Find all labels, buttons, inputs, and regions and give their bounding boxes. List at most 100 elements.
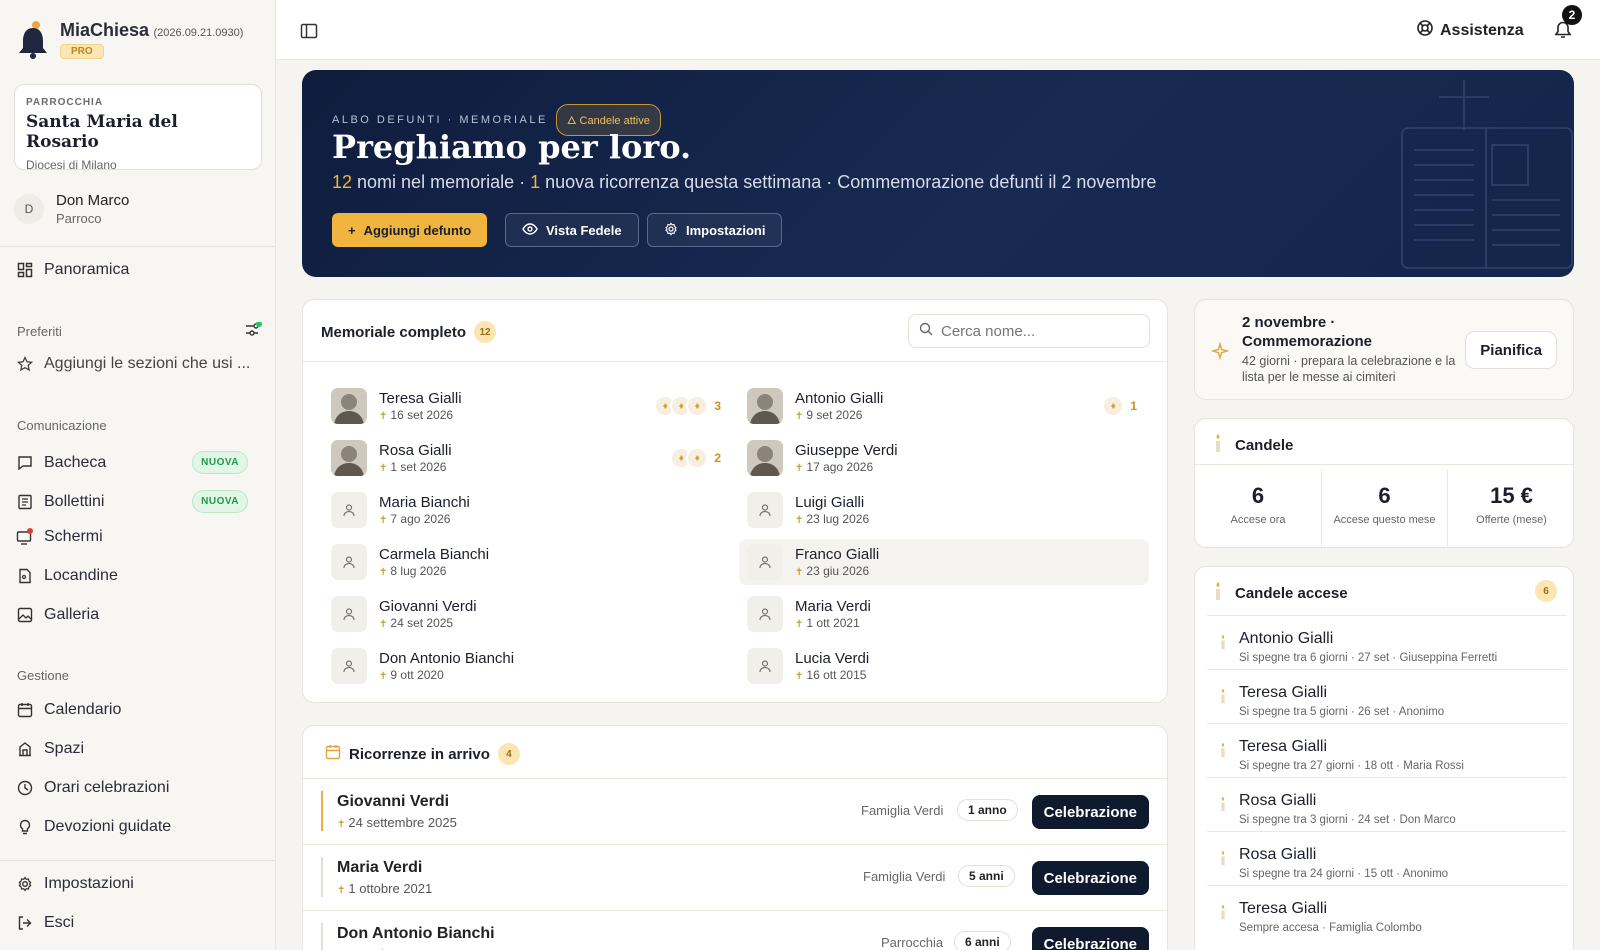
nav-label: Panoramica	[44, 261, 130, 278]
cross-icon: ✝	[379, 619, 388, 630]
add-favorites-item[interactable]: Aggiungi le sezioni che usi ...	[16, 355, 256, 373]
hero-title: Preghiamo per loro.	[332, 128, 692, 166]
gear-icon	[16, 875, 34, 893]
lit-candle-item[interactable]: Antonio Gialli Si spegne tra 6 giorni · 2…	[1207, 615, 1567, 669]
deceased-name: Lucia Verdi	[795, 650, 870, 667]
lit-candle-item[interactable]: Teresa Gialli Si spegne tra 27 giorni · 1…	[1207, 723, 1567, 777]
memorial-entry[interactable]: Antonio Gialli ✝ 9 set 2026 ♦ 1	[739, 383, 1149, 429]
portrait-photo	[331, 440, 367, 476]
parish-label: PARROCCHIA	[26, 97, 104, 108]
search-box[interactable]	[908, 314, 1150, 348]
candles-count: 2	[714, 451, 721, 465]
anniversary-name: Giovanni Verdi	[337, 793, 450, 810]
cross-icon: ✝	[379, 567, 388, 578]
memorial-entry[interactable]: Rosa Gialli ✝ 1 set 2026 ♦ ♦ 2	[323, 435, 733, 481]
lit-candle-item[interactable]: Teresa Gialli Sempre accesa · Famiglia Co…	[1207, 885, 1567, 939]
brand[interactable]: MiaChiesa (2026.09.21.0930) PRO	[16, 20, 243, 65]
death-date-value: 9 set 2026	[806, 408, 863, 422]
new-badge: NUOVA	[192, 451, 248, 474]
message-icon	[16, 454, 34, 472]
notifications-button[interactable]: 2	[1554, 5, 1582, 45]
nav-item-orari[interactable]: Orari celebrazioni	[16, 779, 256, 797]
nav-item-logout[interactable]: Esci	[16, 914, 256, 932]
deceased-name: Giuseppe Verdi	[795, 442, 898, 459]
nav-item-bacheca[interactable]: Bacheca NUOVA	[16, 451, 256, 474]
customize-favorites-icon[interactable]	[244, 321, 262, 343]
death-date: ✝ 17 ago 2026	[795, 460, 898, 474]
memorial-entry[interactable]: Lucia Verdi ✝ 16 ott 2015	[739, 643, 1149, 689]
memorial-entry[interactable]: Maria Verdi ✝ 1 ott 2021	[739, 591, 1149, 637]
candles-indicator: ♦ ♦ 2	[670, 447, 721, 469]
lit-candle-item[interactable]: Rosa Gialli Si spegne tra 3 giorni · 24 s…	[1207, 777, 1567, 831]
candle-icon: ♦	[1102, 395, 1125, 417]
memorial-entry[interactable]: Giuseppe Verdi ✝ 17 ago 2026	[739, 435, 1149, 481]
lit-candles-title: Candele accese	[1235, 585, 1348, 602]
cross-icon: ✝	[337, 819, 346, 830]
flame-icon: 🜂	[566, 115, 577, 127]
celebration-button[interactable]: Celebrazione	[1031, 795, 1149, 829]
add-deceased-button[interactable]: + Aggiungi defunto	[332, 213, 488, 247]
nav-item-overview[interactable]: Panoramica	[16, 261, 256, 279]
add-favorites-label: Aggiungi le sezioni che usi ...	[44, 355, 251, 372]
lit-candles-card: Candele accese 6 Antonio Gialli Si spegne…	[1194, 566, 1574, 950]
candle-icon	[1219, 688, 1227, 709]
memorial-entry[interactable]: Carmela Bianchi ✝ 8 lug 2026	[323, 539, 733, 585]
help-button[interactable]: Assistenza	[1416, 19, 1524, 42]
years-badge: 6 anni	[954, 931, 1011, 950]
favorites-section-title: Preferiti	[17, 324, 62, 339]
gear-icon	[664, 221, 678, 239]
pro-badge: PRO	[60, 44, 104, 59]
memorial-entry[interactable]: Maria Bianchi ✝ 7 ago 2026	[323, 487, 733, 533]
nav-item-calendario[interactable]: Calendario	[16, 701, 256, 719]
notifications-count: 2	[1562, 5, 1582, 25]
cross-icon: ✝	[379, 411, 388, 422]
search-icon	[919, 322, 933, 341]
nav-item-devozioni[interactable]: Devozioni guidate	[16, 818, 256, 836]
search-input[interactable]	[941, 322, 1131, 340]
calendar-icon	[325, 744, 341, 765]
memorial-title: Memoriale completo	[321, 323, 467, 341]
lit-candle-name: Teresa Gialli	[1239, 684, 1328, 701]
family-label: Parrocchia	[881, 935, 944, 950]
memorial-entry[interactable]: Teresa Gialli ✝ 16 set 2026 ♦ ♦ ♦ 3	[323, 383, 733, 429]
memorial-entry[interactable]: Franco Gialli ✝ 23 giu 2026	[739, 539, 1149, 585]
nav-item-schermi[interactable]: Schermi	[16, 528, 256, 546]
plan-button[interactable]: Pianifica	[1465, 331, 1557, 369]
user-profile[interactable]: D Don Marco Parroco	[14, 192, 129, 226]
management-section-title: Gestione	[17, 668, 70, 683]
user-role: Parroco	[56, 211, 102, 226]
memorial-entry[interactable]: Giovanni Verdi ✝ 24 set 2025	[323, 591, 733, 637]
celebration-button[interactable]: Celebrazione	[1031, 927, 1149, 950]
hero-settings-button[interactable]: Impostazioni	[647, 213, 783, 247]
death-date-value: 17 ago 2026	[806, 460, 874, 474]
button-label: Impostazioni	[686, 222, 766, 238]
anniversary-name: Maria Verdi	[337, 859, 423, 876]
deceased-name: Don Antonio Bianchi	[379, 650, 515, 667]
deceased-name: Luigi Gialli	[795, 494, 865, 511]
nav-item-bollettini[interactable]: Bollettini NUOVA	[16, 490, 256, 513]
nav-item-spazi[interactable]: Spazi	[16, 740, 256, 758]
lit-candle-details: Sempre accesa · Famiglia Colombo	[1239, 922, 1422, 934]
parish-card[interactable]: PARROCCHIA Santa Maria del Rosario Dioce…	[14, 84, 262, 172]
stat-value: 15 €	[1490, 483, 1533, 508]
person-icon	[747, 492, 783, 528]
divider	[303, 361, 1167, 362]
death-date-value: 7 ago 2026	[390, 512, 451, 526]
eye-icon	[522, 222, 538, 238]
nav-item-locandine[interactable]: Locandine	[16, 567, 256, 585]
faithful-view-button[interactable]: Vista Fedele	[505, 213, 639, 247]
nav-item-galleria[interactable]: Galleria	[16, 606, 256, 624]
celebration-button[interactable]: Celebrazione	[1031, 861, 1149, 895]
anniversary-date: ✝ 1 ottobre 2021	[337, 881, 432, 896]
death-date-value: 9 ott 2020	[390, 668, 444, 682]
lit-candle-details: Si spegne tra 6 giorni · 27 set · Giusep…	[1239, 652, 1498, 664]
memorial-entry[interactable]: Luigi Gialli ✝ 23 lug 2026	[739, 487, 1149, 533]
sidebar-toggle-icon[interactable]	[300, 22, 318, 45]
nav-label: Galleria	[44, 606, 100, 623]
nav-item-settings[interactable]: Impostazioni	[16, 875, 256, 893]
lit-candle-item[interactable]: Rosa Gialli Si spegne tra 24 giorni · 15 …	[1207, 831, 1567, 885]
anniversaries-card: Ricorrenze in arrivo 4 Giovanni Verdi ✝ 24…	[302, 725, 1168, 950]
anniversaries-title: Ricorrenze in arrivo	[349, 745, 490, 763]
lit-candle-item[interactable]: Teresa Gialli Si spegne tra 5 giorni · 26…	[1207, 669, 1567, 723]
memorial-entry[interactable]: Don Antonio Bianchi ✝ 9 ott 2020	[323, 643, 733, 689]
